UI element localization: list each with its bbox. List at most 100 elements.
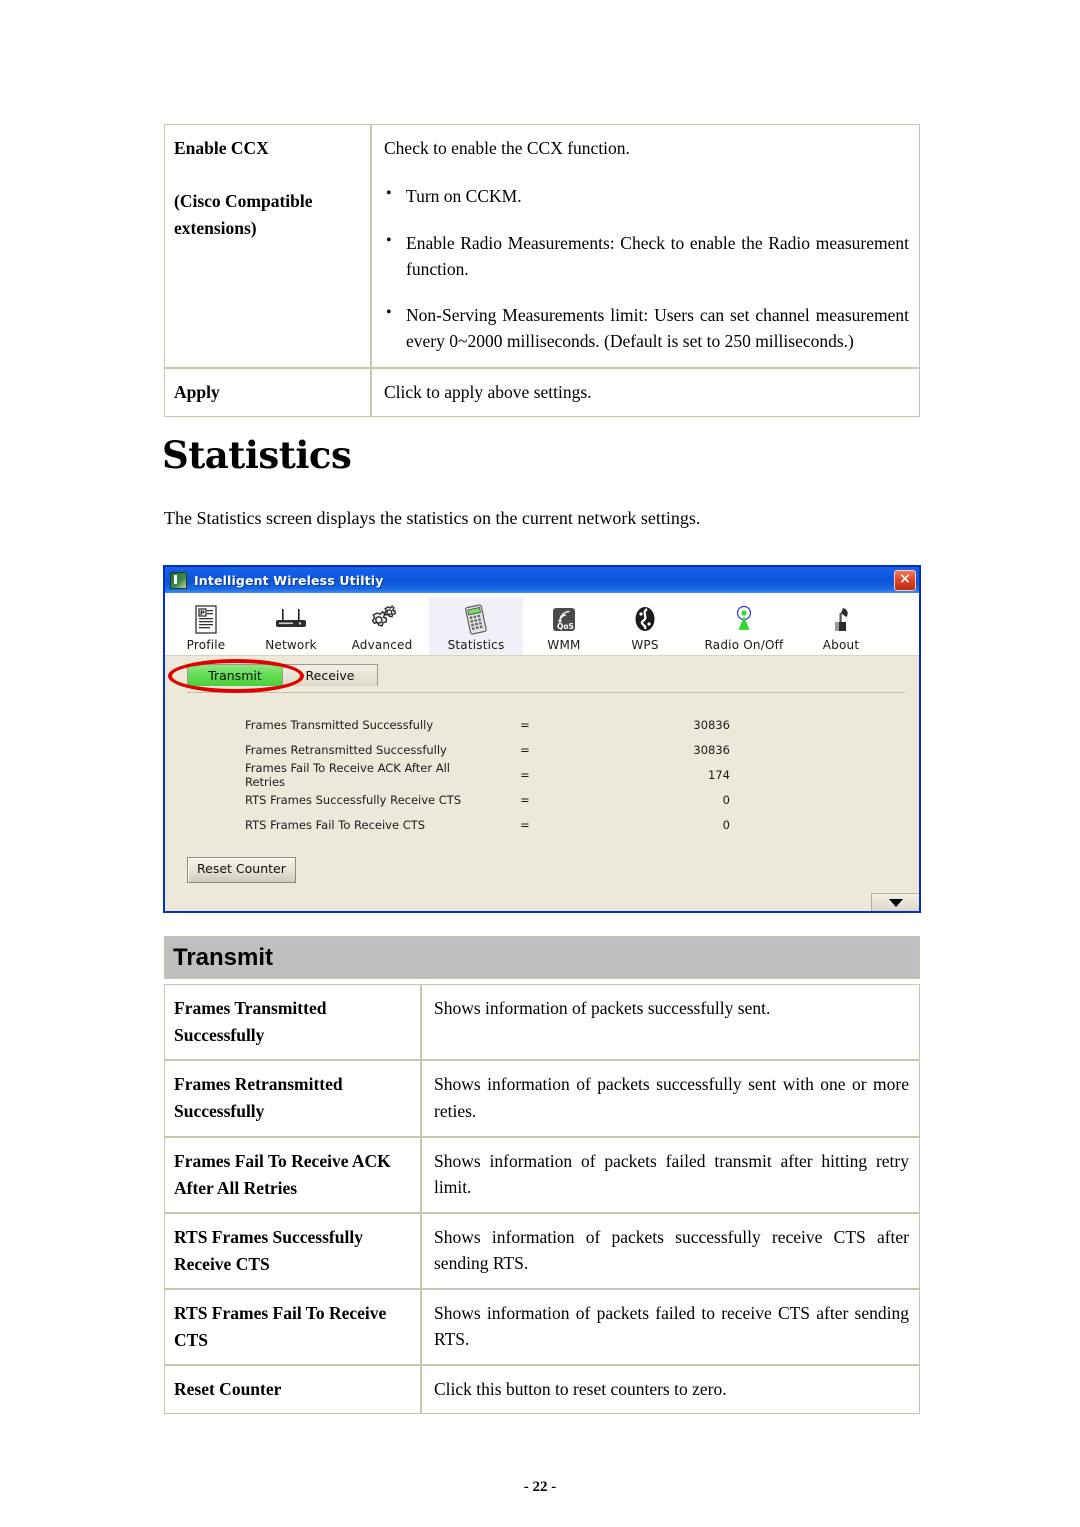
- toolbar-label: Advanced: [351, 638, 413, 652]
- toolbar-label: WMM: [547, 638, 581, 652]
- document-page: Enable CCX (Cisco Compatible extensions)…: [0, 0, 1080, 1527]
- reset-counter-button[interactable]: Reset Counter: [187, 857, 296, 883]
- close-icon[interactable]: ×: [894, 570, 916, 591]
- toolbar-item-advanced[interactable]: Advanced: [335, 597, 429, 655]
- window-titlebar: Intelligent Wireless Utiltiy ×: [165, 567, 919, 593]
- tab-receive[interactable]: Receive: [282, 664, 378, 686]
- stat-label: Frames Fail To Receive ACK After All Ret…: [245, 760, 450, 789]
- statistics-row: Frames Retransmitted Successfully = 3083…: [165, 737, 919, 762]
- stat-equals: =: [520, 792, 530, 807]
- ccx-bullet-list: Turn on CCKM. Enable Radio Measurements:…: [384, 182, 909, 355]
- toolbar-label: About: [822, 638, 860, 652]
- toolbar-label: Radio On/Off: [704, 638, 784, 652]
- window-title: Intelligent Wireless Utiltiy: [194, 572, 384, 588]
- ccx-label-line2: (Cisco Compatible: [174, 191, 313, 212]
- row-label: Frames Retransmitted Successfully: [164, 1060, 421, 1137]
- gears-icon: [362, 604, 402, 636]
- svg-text:P: P: [200, 609, 205, 617]
- intro-paragraph: The Statistics screen displays the stati…: [164, 508, 701, 528]
- table-row: RTS Frames Successfully Receive CTS Show…: [164, 1212, 920, 1289]
- stat-label: RTS Frames Successfully Receive CTS: [245, 792, 462, 807]
- stat-equals: =: [520, 817, 530, 832]
- table-row: Enable CCX (Cisco Compatible extensions)…: [164, 124, 920, 368]
- stat-value: 0: [722, 792, 730, 807]
- list-item: Enable Radio Measurements: Check to enab…: [386, 229, 909, 283]
- row-label: RTS Frames Fail To Receive CTS: [164, 1289, 421, 1366]
- stat-label: Frames Transmitted Successfully: [245, 717, 434, 732]
- app-logo-icon: [170, 571, 187, 589]
- profile-icon: P: [186, 604, 226, 636]
- apply-label-cell: Apply: [164, 367, 371, 417]
- ccx-settings-table: Enable CCX (Cisco Compatible extensions)…: [164, 124, 920, 417]
- apply-description-cell: Click to apply above settings.: [371, 367, 920, 417]
- ccx-label-line3: extensions): [174, 218, 257, 239]
- ccx-label-line1: Enable CCX: [174, 138, 269, 158]
- stat-equals: =: [520, 717, 530, 732]
- row-description: Click this button to reset counters to z…: [421, 1365, 920, 1415]
- table-row: Apply Click to apply above settings.: [164, 367, 920, 417]
- stat-label: Frames Retransmitted Successfully: [245, 742, 447, 757]
- satellite-dish-icon: [821, 604, 861, 636]
- statistics-row: RTS Frames Fail To Receive CTS = 0: [165, 812, 919, 837]
- toolbar-item-wmm[interactable]: QoS WMM: [523, 597, 605, 655]
- stat-label: RTS Frames Fail To Receive CTS: [245, 817, 426, 832]
- statistics-row: Frames Transmitted Successfully = 30836: [165, 712, 919, 737]
- main-toolbar: P Profile Network Advanced Statistics Qo…: [165, 593, 919, 656]
- statistics-row: RTS Frames Successfully Receive CTS = 0: [165, 787, 919, 812]
- toolbar-item-statistics[interactable]: Statistics: [429, 597, 523, 655]
- tab-underline: [187, 692, 905, 693]
- toolbar-item-about[interactable]: About: [803, 597, 879, 655]
- statistics-list: Frames Transmitted Successfully = 30836 …: [165, 694, 919, 837]
- row-label: Reset Counter: [164, 1365, 421, 1415]
- table-row: Frames Transmitted Successfully Shows in…: [164, 984, 920, 1061]
- toolbar-item-network[interactable]: Network: [247, 597, 335, 655]
- wps-icon: [625, 604, 665, 636]
- row-label: RTS Frames Successfully Receive CTS: [164, 1212, 421, 1289]
- list-item: Turn on CCKM.: [386, 182, 909, 209]
- scroll-down-button[interactable]: [871, 893, 919, 911]
- stat-equals: =: [520, 742, 530, 757]
- transmit-section-header: Transmit: [164, 936, 920, 979]
- toolbar-label: Network: [265, 638, 317, 652]
- statistics-tabstrip: Transmit Receive: [165, 656, 919, 694]
- ccx-intro-text: Check to enable the CCX function.: [384, 138, 630, 158]
- toolbar-label: WPS: [631, 638, 659, 652]
- ccx-label-cell: Enable CCX (Cisco Compatible extensions): [164, 124, 371, 368]
- router-icon: [271, 604, 311, 636]
- ccx-description-cell: Check to enable the CCX function. Turn o…: [371, 124, 920, 368]
- qos-icon: QoS: [544, 604, 584, 636]
- page-title: Statistics: [162, 433, 352, 477]
- stat-value: 30836: [693, 717, 730, 732]
- calculator-icon: [456, 604, 496, 636]
- row-description: Shows information of packets failed to r…: [421, 1289, 920, 1366]
- stat-value: 0: [722, 817, 730, 832]
- toolbar-item-radio-on-off[interactable]: Radio On/Off: [685, 597, 803, 655]
- stat-equals: =: [520, 767, 530, 782]
- list-item: Non-Serving Measurements limit: Users ca…: [386, 301, 909, 355]
- transmit-description-table: Frames Transmitted Successfully Shows in…: [164, 984, 920, 1415]
- table-row: Frames Fail To Receive ACK After All Ret…: [164, 1136, 920, 1213]
- row-label: Frames Transmitted Successfully: [164, 984, 421, 1061]
- toolbar-item-wps[interactable]: WPS: [605, 597, 685, 655]
- stat-value: 174: [708, 767, 730, 782]
- row-description: Shows information of packets successfull…: [421, 1060, 920, 1137]
- svg-text:QoS: QoS: [557, 622, 574, 631]
- row-description: Shows information of packets successfull…: [421, 984, 920, 1061]
- row-description: Shows information of packets failed tran…: [421, 1136, 920, 1213]
- table-row: RTS Frames Fail To Receive CTS Shows inf…: [164, 1289, 920, 1366]
- chevron-down-icon: [888, 898, 903, 907]
- wireless-utility-window: Intelligent Wireless Utiltiy × P Profile…: [163, 565, 921, 913]
- tab-transmit[interactable]: Transmit: [187, 664, 283, 686]
- table-row: Reset Counter Click this button to reset…: [164, 1365, 920, 1415]
- stat-value: 30836: [693, 742, 730, 757]
- toolbar-item-profile[interactable]: P Profile: [165, 597, 247, 655]
- antenna-icon: [724, 604, 764, 636]
- page-number: - 22 -: [523, 1479, 557, 1495]
- toolbar-label: Statistics: [447, 638, 505, 652]
- statistics-row: Frames Fail To Receive ACK After All Ret…: [165, 760, 919, 789]
- transmit-section-title: Transmit: [173, 943, 274, 971]
- table-row: Frames Retransmitted Successfully Shows …: [164, 1060, 920, 1137]
- row-label: Frames Fail To Receive ACK After All Ret…: [164, 1136, 421, 1213]
- toolbar-label: Profile: [186, 638, 226, 652]
- row-description: Shows information of packets successfull…: [421, 1212, 920, 1289]
